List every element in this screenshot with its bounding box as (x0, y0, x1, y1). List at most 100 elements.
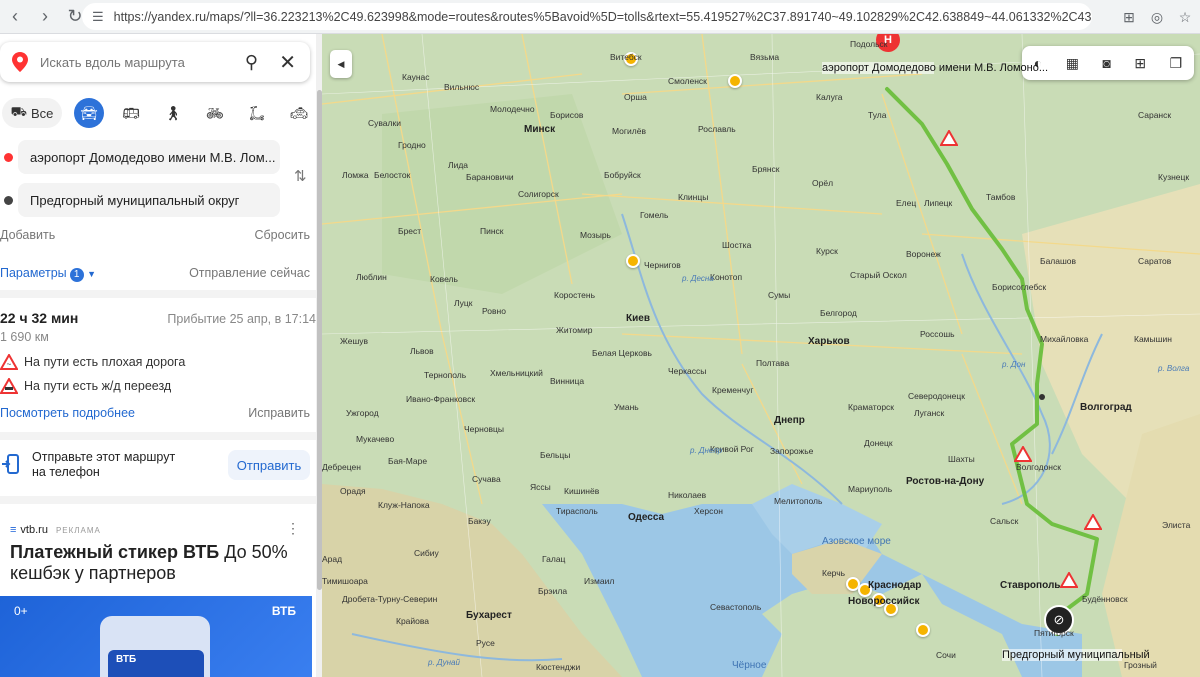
layers-icon[interactable]: ❐ (1170, 55, 1183, 72)
warning-marker-icon[interactable] (1014, 446, 1032, 462)
map-layers-icon[interactable]: ▦ (1066, 55, 1079, 72)
params-count-badge: 1 (69, 268, 84, 282)
city-label: Галац (542, 554, 566, 564)
camera-icon[interactable]: ◙ (1102, 55, 1110, 71)
poi-marker[interactable] (728, 74, 742, 88)
poi-marker[interactable] (916, 623, 930, 637)
back-icon[interactable]: ‹ (0, 2, 30, 32)
city-label: Тернополь (424, 370, 467, 380)
mode-bike-button[interactable]: 🚲︎ (200, 98, 230, 128)
bike-icon: 🚲︎ (206, 104, 224, 121)
site-settings-icon[interactable]: ☰ (92, 9, 104, 25)
end-dot-icon (4, 196, 13, 205)
city-label: Белосток (374, 170, 411, 180)
city-label: Коростень (554, 290, 596, 300)
city-label: Бакэу (468, 516, 491, 526)
city-label: Одесса (628, 512, 665, 523)
city-label: Курск (816, 246, 838, 256)
ad-source: vtb.ru (20, 524, 48, 536)
ad-title-bold: Платежный стикер ВТБ (10, 542, 220, 562)
params-button[interactable]: Параметры 1 ▼ (0, 266, 96, 282)
city-label: Тимишоара (322, 576, 368, 586)
city-label: Умань (614, 402, 639, 412)
url-text: https://yandex.ru/maps/?ll=36.223213%2C4… (113, 9, 1092, 24)
mode-scooter-button[interactable]: 🛴︎ (242, 98, 272, 128)
address-bar[interactable]: ☰ https://yandex.ru/maps/?ll=36.223213%2… (82, 3, 1092, 30)
poi-marker[interactable] (626, 254, 640, 268)
city-label: Кюстенджи (536, 662, 581, 672)
collapse-sidebar-button[interactable]: ◀ (330, 50, 352, 78)
swap-icon[interactable]: ⇅ (294, 167, 307, 185)
more-icon[interactable]: ⋮ (286, 520, 300, 537)
forward-icon[interactable]: › (30, 2, 60, 32)
city-label: Арад (322, 554, 343, 564)
eye-off-icon[interactable]: ◎ (1146, 4, 1168, 30)
city-label: Витебск (610, 52, 642, 62)
params-label: Параметры (0, 266, 67, 280)
edit-route-button[interactable]: Исправить (248, 406, 310, 420)
send-button[interactable]: Отправить (228, 450, 310, 480)
city-label: Измаил (584, 576, 615, 586)
city-label: Бая-Маре (388, 456, 428, 466)
city-label: Лида (448, 160, 469, 170)
install-icon[interactable]: ⊞ (1118, 4, 1140, 30)
city-label: Полтава (756, 358, 790, 368)
city-label: Рославль (698, 124, 736, 134)
city-label: Луганск (914, 408, 945, 418)
warning-text: На пути есть плохая дорога (24, 355, 186, 369)
departure-selector[interactable]: Отправление сейчас (189, 266, 310, 282)
city-label: Белгород (820, 308, 857, 318)
browser-tools: ⊞ ◎ ☆ (1118, 4, 1196, 30)
city-label: Грозный (1124, 660, 1157, 670)
pin-icon: ⊘ (1053, 612, 1065, 627)
city-label: Гомель (640, 210, 669, 220)
warning-marker-icon[interactable] (940, 130, 958, 146)
add-point-button[interactable]: Добавить (0, 228, 55, 242)
city-label: Ковель (430, 274, 458, 284)
city-label: Пинск (480, 226, 504, 236)
search-input[interactable] (40, 54, 230, 70)
mode-walk-button[interactable]: 🚶︎ (158, 98, 188, 128)
map-view[interactable]: ◀ ◐ ▦ ◙ ⊞ ❐ H аэропорт Домодедово имени … (322, 34, 1200, 677)
ad-block[interactable]: ≡ vtb.ru РЕКЛАМА ⋮ Платежный стикер ВТБ … (0, 512, 312, 677)
warning-marker-icon[interactable] (1084, 514, 1102, 530)
view-details-link[interactable]: Посмотреть подробнее (0, 406, 135, 420)
route-sidebar: ⚲ ✕ ⛟ Все 🚘︎ 🚌︎ 🚶︎ 🚲︎ 🛴︎ 🚕︎ аэропорт Дом… (0, 34, 322, 677)
city-label: Пятигорск (1034, 628, 1074, 638)
ad-banner[interactable]: 0+ ВТБ ВТБ (0, 596, 312, 677)
mode-all-button[interactable]: ⛟ Все (2, 98, 62, 128)
car-bus-icon: ⛟ (10, 104, 27, 119)
route-to-field[interactable]: Предгорный муниципальный округ (18, 183, 280, 217)
city-label: Кременчуг (712, 385, 754, 395)
route-from-field[interactable]: аэропорт Домодедово имени М.В. Лом... (18, 140, 280, 174)
chevron-left-icon: ◀ (337, 58, 345, 69)
city-label: Мозырь (580, 230, 611, 240)
search-icon[interactable]: ⚲ (245, 52, 258, 73)
star-icon[interactable]: ☆ (1174, 4, 1196, 30)
vtb-logo-icon: ≡ (10, 524, 17, 536)
route-to-text: Предгорный муниципальный округ (30, 192, 240, 208)
warning-marker-icon[interactable] (1060, 572, 1078, 588)
close-icon[interactable]: ✕ (279, 50, 296, 75)
svg-text:~: ~ (7, 360, 12, 369)
phone-icon (2, 454, 19, 474)
age-rating: 0+ (14, 604, 28, 618)
mode-taxi-button[interactable]: 🚕︎ (284, 98, 314, 128)
mode-all-label: Все (30, 105, 54, 121)
sea-label: Азовское море (822, 536, 891, 547)
mode-car-button[interactable]: 🚘︎ (74, 98, 104, 128)
city-label: Ломжа (342, 170, 369, 180)
city-label: Русе (476, 638, 495, 648)
warning-railway: На пути есть ж/д переезд (0, 378, 171, 394)
mode-bus-button[interactable]: 🚌︎ (116, 98, 146, 128)
city-label: Молодечно (490, 104, 535, 114)
city-label: Борисов (550, 110, 584, 120)
city-label: Елец (896, 198, 917, 208)
transit-icon[interactable]: ⊞ (1134, 55, 1146, 72)
reset-button[interactable]: Сбросить (254, 228, 310, 242)
divider (0, 496, 316, 504)
city-label: Кузнецк (1158, 172, 1190, 182)
city-label: Севастополь (710, 602, 762, 612)
city-label: Воронеж (906, 249, 941, 259)
bad-road-warning-icon: ~ (0, 354, 18, 370)
